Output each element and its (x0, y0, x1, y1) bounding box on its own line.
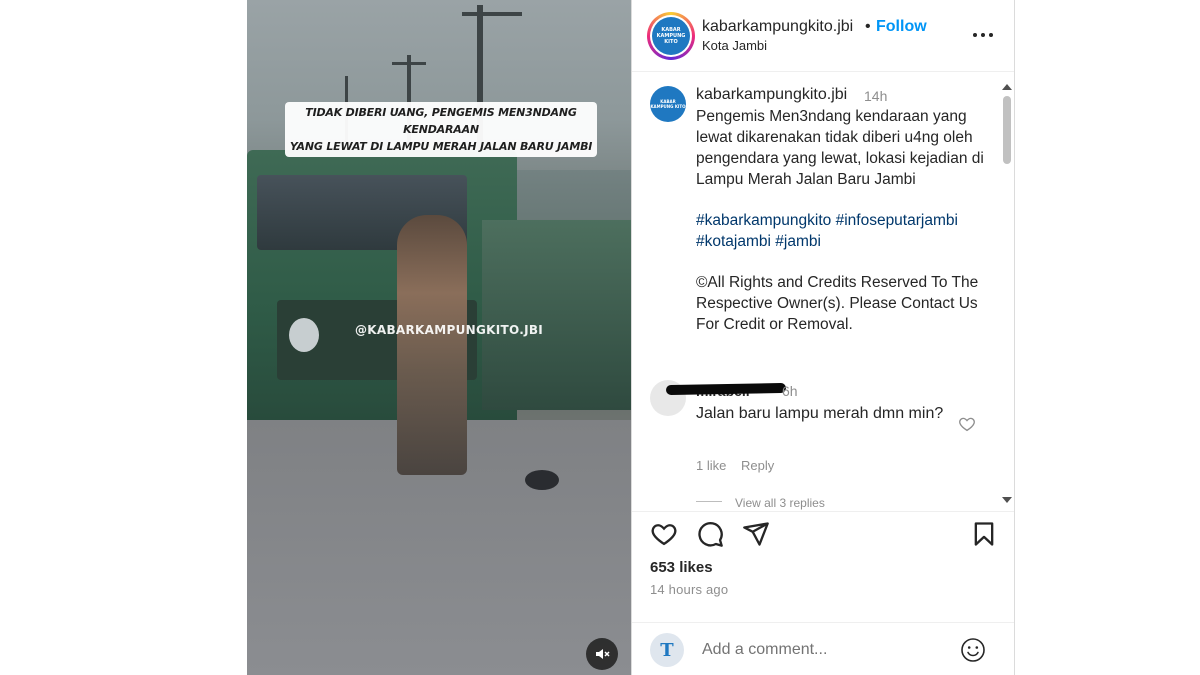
comment-bubble-icon[interactable] (696, 520, 724, 548)
more-horizontal-icon[interactable] (972, 24, 994, 46)
redaction-mark (665, 382, 787, 396)
caption-time: 14h (864, 88, 888, 104)
speaker-muted-icon (596, 649, 610, 659)
comment-text: Jalan baru lampu merah dmn min? (696, 405, 944, 422)
post-video[interactable]: TIDAK DIBERI UANG, PENGEMIS MEN3NDANG KE… (247, 0, 631, 675)
scroll-down-arrow-icon[interactable] (1002, 497, 1012, 503)
comment-time: 6h (782, 383, 798, 399)
screenshot-root: TIDAK DIBERI UANG, PENGEMIS MEN3NDANG KE… (0, 0, 1200, 675)
caption-hashtags[interactable]: #kabarkampungkito #infoseputarjambi #kot… (696, 210, 996, 252)
avatar-ring-inner: KABAR KAMPUNG KITO (650, 15, 692, 57)
account-avatar[interactable]: KABAR KAMPUNG KITO (647, 12, 695, 60)
person-figure (397, 215, 467, 475)
comment-input[interactable] (702, 641, 942, 659)
caption-avatar[interactable]: KABAR KAMPUNG KITO (650, 86, 686, 122)
separator-dot: • (865, 18, 871, 35)
second-truck (482, 220, 631, 410)
video-text-overlay: TIDAK DIBERI UANG, PENGEMIS MEN3NDANG KE… (285, 102, 597, 157)
scroll-up-arrow-icon[interactable] (1002, 84, 1012, 90)
truck-headlight (289, 318, 319, 352)
post-location[interactable]: Kota Jambi (702, 38, 767, 53)
caption-credits: ©All Rights and Credits Reserved To The … (696, 274, 979, 333)
object-on-road (525, 470, 559, 490)
post-time-ago[interactable]: 14 hours ago (650, 582, 728, 597)
comment-heart-icon[interactable] (958, 415, 976, 433)
smiley-icon[interactable] (960, 637, 986, 663)
add-comment-bar: T (632, 622, 1014, 675)
view-replies-button[interactable]: View all 3 replies (735, 496, 825, 510)
avatar-logo: KABAR KAMPUNG KITO (652, 17, 690, 55)
overlay-line-1: TIDAK DIBERI UANG, PENGEMIS MEN3NDANG KE… (305, 106, 577, 136)
heart-icon[interactable] (650, 520, 678, 548)
caption-text-block: Pengemis Men3ndang kendaraan yang lewat … (696, 106, 996, 335)
current-user-avatar: T (650, 633, 684, 667)
caption-body: Pengemis Men3ndang kendaraan yang lewat … (696, 108, 984, 188)
comments-scroll-area[interactable]: KABAR KAMPUNG KITO kabarkampungkito.jbi … (632, 72, 1014, 512)
mute-button[interactable] (586, 638, 618, 670)
post-side-panel: KABAR KAMPUNG KITO kabarkampungkito.jbi … (631, 0, 1015, 675)
comment-like-count[interactable]: 1 like (696, 458, 726, 473)
account-username[interactable]: kabarkampungkito.jbi (702, 18, 853, 36)
paper-plane-icon[interactable] (742, 520, 770, 548)
scroll-thumb[interactable] (1003, 96, 1011, 164)
utility-pole-crossbar (462, 12, 522, 16)
follow-button[interactable]: Follow (876, 18, 927, 36)
overlay-line-2: YANG LEWAT DI LAMPU MERAH JALAN BARU JAM… (289, 140, 593, 153)
likes-count[interactable]: 653 likes (650, 559, 713, 576)
comment-reply-button[interactable]: Reply (741, 458, 774, 473)
view-replies-line (696, 501, 722, 502)
comments-scrollbar[interactable] (998, 84, 1014, 504)
post-header: KABAR KAMPUNG KITO kabarkampungkito.jbi … (632, 0, 1014, 72)
bookmark-icon[interactable] (970, 520, 998, 548)
utility-pole-small-crossbar (392, 62, 426, 65)
video-watermark: @KABARKAMPUNGKITO.JBI (355, 323, 544, 337)
caption-username[interactable]: kabarkampungkito.jbi (696, 86, 847, 104)
post-action-bar (632, 512, 1014, 556)
